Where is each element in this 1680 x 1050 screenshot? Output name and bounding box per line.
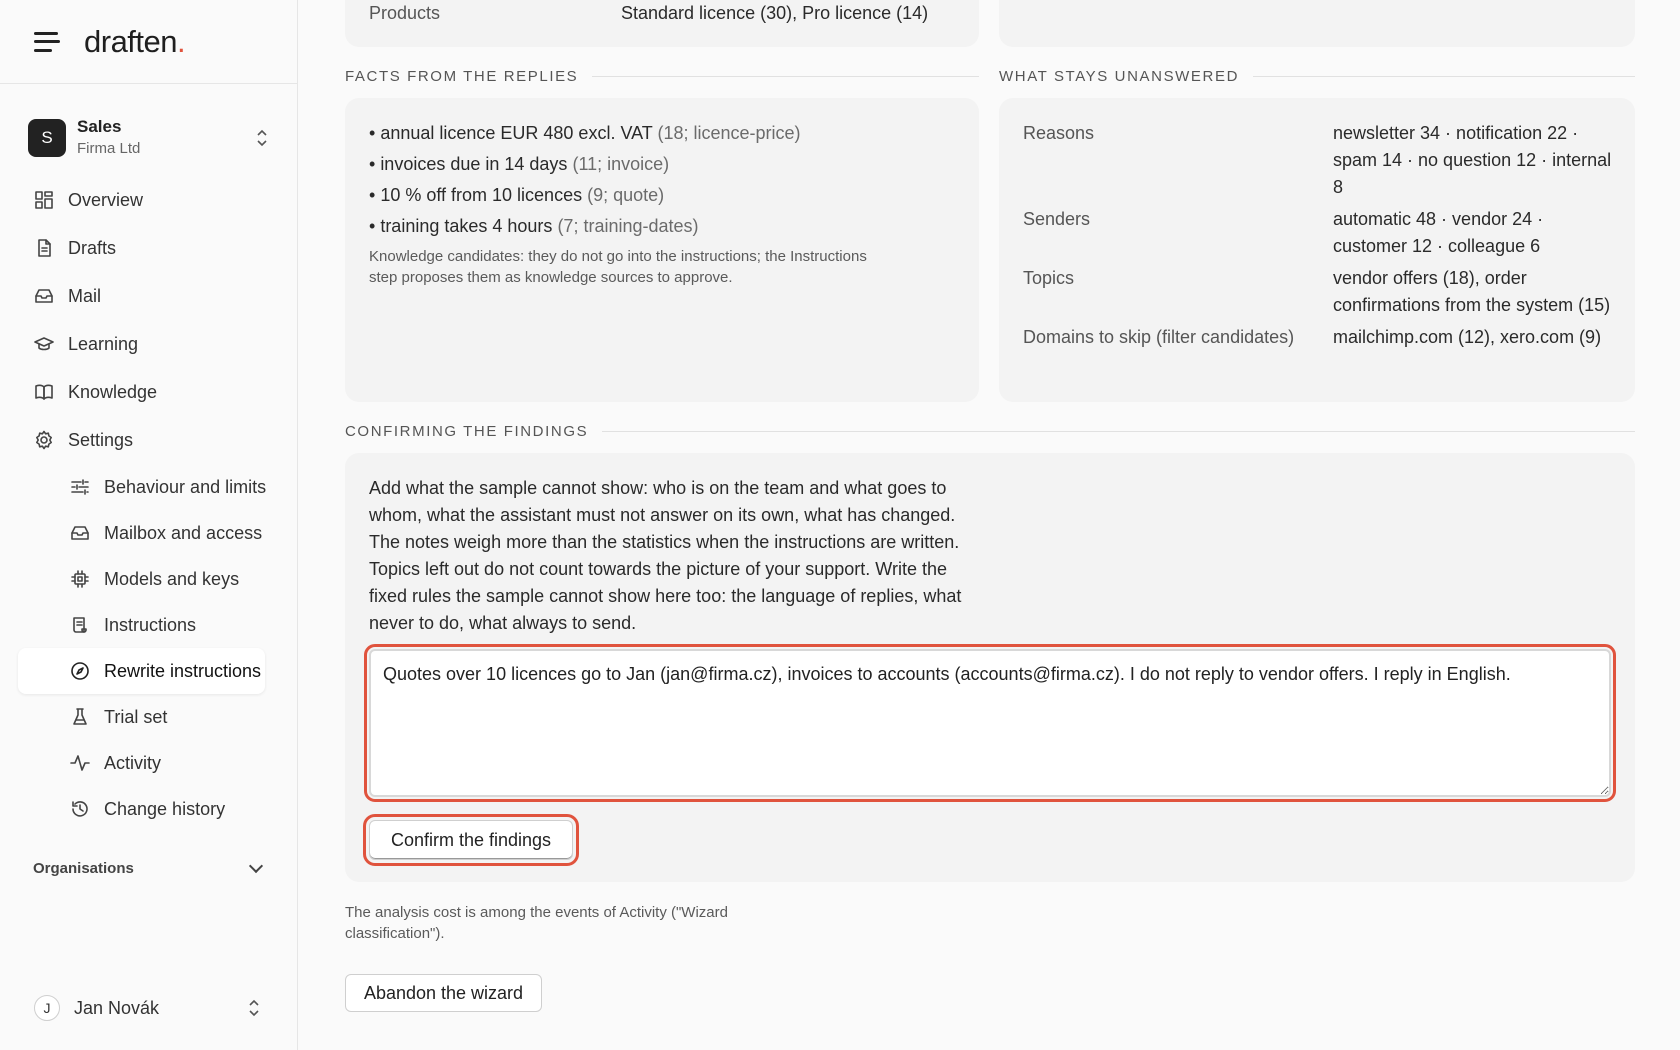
nav-activity[interactable]: Activity (0, 740, 297, 786)
unanswered-row: Domains to skip (filter candidates) mail… (1023, 324, 1619, 351)
notes-textarea[interactable]: Quotes over 10 licences go to Jan (jan@f… (364, 644, 1616, 802)
chevron-up-down-icon (255, 129, 269, 147)
facts-card: • annual licence EUR 480 excl. VAT (18; … (345, 98, 979, 402)
organisations-label: Organisations (33, 860, 134, 877)
fact-item: • invoices due in 14 days (11; invoice) (369, 154, 670, 174)
divider (592, 76, 979, 77)
nav-models-and-keys[interactable]: Models and keys (0, 556, 297, 602)
nav-behaviour-and-limits[interactable]: Behaviour and limits (0, 464, 297, 510)
grid-icon (34, 190, 54, 210)
unanswered-section-title: WHAT STAYS UNANSWERED (999, 68, 1635, 85)
menu-icon[interactable] (34, 31, 60, 52)
facts-section-title: FACTS FROM THE REPLIES (345, 68, 979, 85)
nav-trial-label: Trial set (104, 706, 168, 727)
row-key: Senders (1023, 209, 1091, 229)
compass-icon (70, 661, 90, 681)
inbox-icon (34, 286, 54, 306)
row-value: automatic 48 · vendor 24 · customer 12 ·… (1333, 209, 1544, 256)
unanswered-card: Reasons newsletter 34 · notification 22 … (999, 98, 1635, 402)
user-menu[interactable]: J Jan Novák (34, 988, 261, 1028)
nav-rewrite-instructions[interactable]: Rewrite instructions (18, 648, 265, 694)
confirm-description: Add what the sample cannot show: who is … (369, 478, 962, 633)
fact-item: • annual licence EUR 480 excl. VAT (18; … (369, 123, 801, 143)
chevron-up-down-icon (247, 999, 261, 1017)
nav-trial-set[interactable]: Trial set (0, 694, 297, 740)
activity-pulse-icon (70, 753, 90, 773)
confirm-findings-button[interactable]: Confirm the findings (363, 814, 579, 866)
products-value: Standard licence (30), Pro licence (14) (621, 3, 929, 23)
fact-item: • training takes 4 hours (7; training-da… (369, 216, 699, 236)
org-avatar: S (28, 119, 66, 157)
nav-history-label: Change history (104, 798, 226, 819)
top-right-card (999, 0, 1635, 47)
divider (1253, 76, 1635, 77)
logo[interactable]: draften. (84, 24, 186, 60)
inbox-icon (70, 523, 90, 543)
nav-instructions-label: Instructions (104, 614, 197, 635)
history-icon (70, 799, 90, 819)
chevron-down-icon (248, 858, 264, 874)
row-key: Reasons (1023, 123, 1095, 143)
facts-title-text: FACTS FROM THE REPLIES (345, 68, 579, 85)
confirm-title-text: CONFIRMING THE FINDINGS (345, 423, 589, 440)
nav-drafts-label: Drafts (68, 237, 117, 258)
user-avatar: J (34, 995, 60, 1021)
organisations-toggle[interactable]: Organisations (0, 858, 297, 877)
sliders-icon (70, 477, 90, 497)
products-card: Products Standard licence (30), Pro lice… (345, 0, 979, 47)
row-value: newsletter 34 · notification 22 · spam 1… (1333, 123, 1612, 197)
nav-drafts[interactable]: Drafts (0, 224, 297, 272)
org-name: Sales (77, 117, 122, 136)
nav-mail-label: Mail (68, 285, 102, 306)
nav-change-history[interactable]: Change history (0, 786, 297, 832)
flask-icon (70, 707, 90, 727)
unanswered-title-text: WHAT STAYS UNANSWERED (999, 68, 1240, 85)
user-name: Jan Novák (74, 997, 160, 1018)
nav-models-label: Models and keys (104, 568, 240, 589)
nav-knowledge[interactable]: Knowledge (0, 368, 297, 416)
nav-learning[interactable]: Learning (0, 320, 297, 368)
confirm-card: Add what the sample cannot show: who is … (345, 453, 1635, 882)
nav-instructions[interactable]: Instructions (0, 602, 297, 648)
nav-mailbox-label: Mailbox and access (104, 522, 263, 543)
divider (602, 431, 1635, 432)
nav-activity-label: Activity (104, 752, 162, 773)
nav-settings[interactable]: Settings (0, 416, 297, 464)
gear-icon (34, 430, 54, 450)
cpu-chip-icon (70, 569, 90, 589)
nav-settings-label: Settings (68, 429, 134, 450)
row-value: vendor offers (18), order confirmations … (1333, 268, 1611, 315)
main-content: Products Standard licence (30), Pro lice… (345, 0, 1635, 1050)
graduation-cap-icon (34, 334, 54, 354)
row-key: Topics (1023, 268, 1075, 288)
unanswered-row: Senders automatic 48 · vendor 24 · custo… (1023, 206, 1619, 260)
knowledge-candidates-note: Knowledge candidates: they do not go int… (369, 248, 867, 286)
org-switcher[interactable]: S Sales Firma Ltd (0, 114, 297, 162)
main-nav: Overview Drafts Mail Learning Knowledge … (0, 176, 297, 832)
fact-item: • 10 % off from 10 licences (9; quote) (369, 185, 665, 205)
nav-mailbox-and-access[interactable]: Mailbox and access (0, 510, 297, 556)
confirm-section-title: CONFIRMING THE FINDINGS (345, 423, 1635, 440)
products-label: Products (369, 3, 441, 23)
nav-rewrite-label: Rewrite instructions (104, 660, 262, 681)
unanswered-row: Topics vendor offers (18), order confirm… (1023, 265, 1619, 319)
nav-learning-label: Learning (68, 333, 139, 354)
book-icon (34, 382, 54, 402)
nav-overview[interactable]: Overview (0, 176, 297, 224)
analysis-cost-note: The analysis cost is among the events of… (345, 904, 728, 942)
scroll-icon (70, 615, 90, 635)
row-key: Domains to skip (filter candidates) (1023, 327, 1295, 347)
org-company: Firma Ltd (77, 140, 141, 157)
brand-bar: draften. (0, 0, 297, 84)
document-icon (34, 238, 54, 258)
abandon-wizard-button[interactable]: Abandon the wizard (345, 974, 542, 1012)
unanswered-row: Reasons newsletter 34 · notification 22 … (1023, 120, 1619, 201)
row-value: mailchimp.com (12), xero.com (9) (1333, 327, 1602, 347)
nav-knowledge-label: Knowledge (68, 381, 158, 402)
nav-behaviour-label: Behaviour and limits (104, 476, 267, 497)
sidebar: draften. S Sales Firma Ltd Overview Draf… (0, 0, 298, 1050)
nav-mail[interactable]: Mail (0, 272, 297, 320)
nav-overview-label: Overview (68, 189, 144, 210)
